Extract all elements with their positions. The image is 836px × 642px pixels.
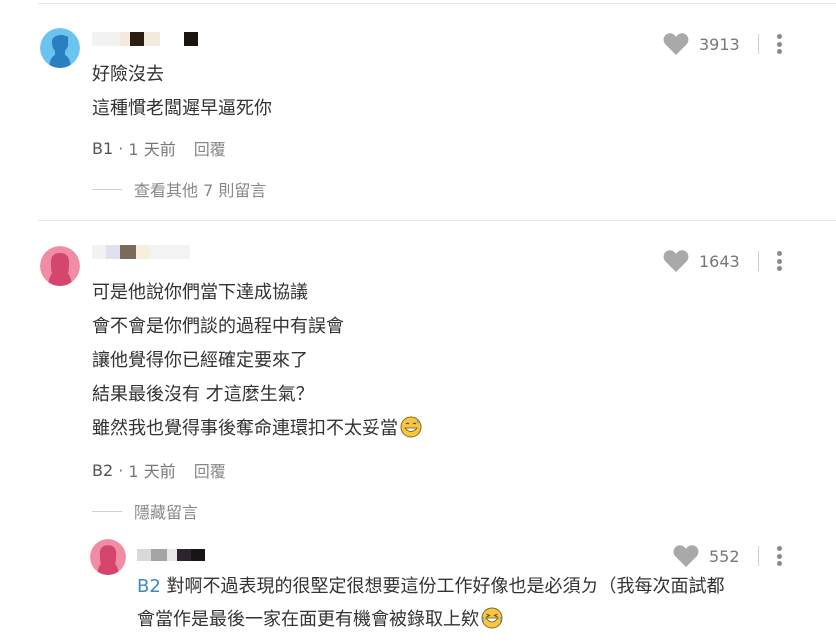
female-avatar-icon <box>40 246 80 286</box>
like-count: 3913 <box>699 34 740 54</box>
comment-divider <box>38 220 836 221</box>
like-group: 3913 <box>663 32 783 56</box>
reply-text: 對啊不過表現的很堅定很想要這份工作好像也是必須ㄉ（我每次面試都 <box>160 576 725 597</box>
view-more-replies-button[interactable]: 查看其他 7 則留言 <box>92 177 266 201</box>
toggle-label: 隱藏留言 <box>134 503 199 522</box>
author-name-redacted <box>137 549 217 561</box>
female-avatar-icon <box>90 539 126 575</box>
floor-number: B1 <box>92 138 114 158</box>
reply-line: 會當作是最後一家在面更有機會被錄取上欸 <box>137 603 725 636</box>
avatar[interactable] <box>40 246 80 286</box>
more-vertical-icon[interactable] <box>776 34 783 54</box>
toggle-dash <box>92 188 122 190</box>
laughing-emoji-icon <box>481 607 503 629</box>
comment-line: 雖然我也覺得事後奪命連環扣不太妥當 <box>92 412 422 446</box>
male-avatar-icon <box>40 28 80 68</box>
toggle-dash <box>92 510 122 512</box>
more-vertical-icon[interactable] <box>776 546 783 566</box>
like-group: 1643 <box>663 249 783 273</box>
comment-body: 好險沒去 這種慣老闆遲早逼死你 <box>92 58 272 126</box>
separator <box>757 251 759 271</box>
comment-line: 可是他說你們當下達成協議 <box>92 282 308 303</box>
reply-button[interactable]: 回覆 <box>194 458 226 482</box>
timestamp: 1 天前 <box>128 462 176 481</box>
reply-line: B2 對啊不過表現的很堅定很想要這份工作好像也是必須ㄉ（我每次面試都 <box>137 570 725 603</box>
reply-body: B2 對啊不過表現的很堅定很想要這份工作好像也是必須ㄉ（我每次面試都 會當作是最… <box>137 570 725 636</box>
more-vertical-icon[interactable] <box>776 251 783 271</box>
like-count: 552 <box>709 546 740 566</box>
comment-line: 好險沒去 <box>92 64 164 85</box>
separator <box>757 34 759 54</box>
floor-tag-link[interactable]: B2 <box>137 576 161 597</box>
top-divider <box>38 3 836 4</box>
comment-body: 可是他說你們當下達成協議 會不會是你們談的過程中有誤會 讓他覺得你已經確定要來了… <box>92 276 422 446</box>
author-name-redacted <box>92 245 190 259</box>
reply-text: 會當作是最後一家在面更有機會被錄取上欸 <box>137 609 479 630</box>
heart-icon[interactable] <box>663 249 689 273</box>
heart-icon[interactable] <box>673 544 699 568</box>
avatar[interactable] <box>90 539 126 575</box>
separator <box>757 546 759 566</box>
meta-dot: · <box>113 138 129 158</box>
comment-line: 讓他覺得你已經確定要來了 <box>92 350 308 371</box>
heart-icon[interactable] <box>663 32 689 56</box>
reply-button[interactable]: 回覆 <box>194 136 226 160</box>
comment-line: 結果最後沒有 才這麼生氣？ <box>92 384 314 405</box>
floor-number: B2 <box>92 460 114 480</box>
toggle-label: 查看其他 7 則留言 <box>134 181 267 200</box>
comment-line: 會不會是你們談的過程中有誤會 <box>92 316 344 337</box>
like-group: 552 <box>673 544 783 568</box>
meta-dot: · <box>113 460 129 480</box>
grinning-sweat-emoji-icon <box>400 416 422 438</box>
avatar[interactable] <box>40 28 80 68</box>
comment-line: 這種慣老闆遲早逼死你 <box>92 98 272 119</box>
comment-line-text: 雖然我也覺得事後奪命連環扣不太妥當 <box>92 418 398 439</box>
hide-replies-button[interactable]: 隱藏留言 <box>92 499 198 523</box>
comment-meta: B2 · 1 天前 回覆 <box>92 458 226 482</box>
comment-meta: B1 · 1 天前 回覆 <box>92 136 226 160</box>
like-count: 1643 <box>699 251 740 271</box>
author-name-redacted <box>92 32 198 46</box>
timestamp: 1 天前 <box>128 140 176 159</box>
